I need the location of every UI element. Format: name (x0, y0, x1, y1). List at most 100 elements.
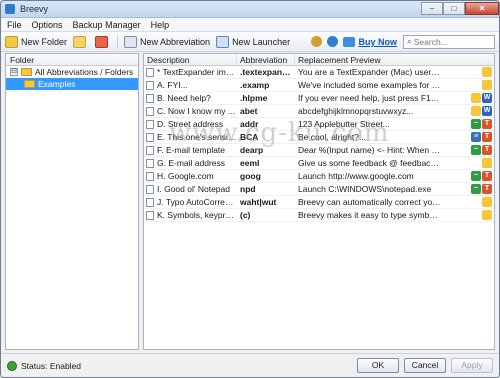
edit-icon (73, 35, 87, 48)
table-row[interactable]: C. Now I know my AB... abet abcdefghijklmn… (144, 105, 494, 118)
row-type-icons: ⚡ (481, 80, 494, 90)
app-icon (5, 4, 15, 14)
table-row[interactable]: G. E-mail address eeml Give us some feedba… (144, 157, 494, 170)
menu-help[interactable]: Help (151, 20, 170, 30)
word-icon: W (482, 93, 492, 103)
description-cell: H. Google.com (144, 171, 237, 181)
table-row[interactable]: F. E-mail template dearp Dear %(Input name… (144, 144, 494, 157)
status-enabled-icon (7, 360, 17, 371)
abbreviation-cell: dearp (240, 145, 264, 155)
abbreviation-cell: goog (240, 171, 261, 181)
description-text: J. Typo AutoCorrection (157, 197, 237, 207)
buy-now-link[interactable]: Buy Now (343, 36, 397, 47)
chart-icon: ~ (471, 184, 481, 194)
table-row[interactable]: J. Typo AutoCorrection waht|wut Breevy can… (144, 196, 494, 209)
edit-button[interactable] (73, 35, 89, 48)
cart-icon (343, 36, 356, 47)
row-type-icons: ~ T (470, 171, 494, 181)
menu-options[interactable]: Options (32, 20, 63, 30)
replacement-preview-cell: Dear %(Input name) <- Hint: When the rep… (298, 145, 441, 155)
document-icon (146, 184, 154, 194)
row-type-icons: ~ T (470, 145, 494, 155)
table-row[interactable]: A. FYI... .examp We've included some examp… (144, 79, 494, 92)
status-bar: Status: Enabled OK Cancel Apply (1, 353, 499, 377)
column-abbreviation[interactable]: Abbreviation (237, 54, 295, 65)
collapse-icon[interactable]: ⊟ (10, 68, 18, 76)
folder-icon (24, 80, 35, 88)
search-input[interactable] (413, 36, 484, 47)
table-row[interactable]: E. This one's sensitive! BCA Be cool, alri… (144, 131, 494, 144)
search-icon: ⌕ (407, 36, 412, 46)
abbreviation-cell: .examp (240, 80, 270, 90)
settings-icon[interactable] (311, 36, 323, 47)
help-icon[interactable] (327, 36, 339, 47)
abbreviation-cell: eeml (240, 158, 260, 168)
search-box[interactable]: ⌕ (403, 34, 495, 49)
row-type-icons: ⚡ W (470, 106, 494, 116)
word-icon: W (482, 106, 492, 116)
grid-header: Description Abbreviation Replacement Pre… (144, 54, 494, 66)
row-type-icons: ⚡ (481, 210, 494, 220)
row-type-icons: ~ T (470, 119, 494, 129)
chart-icon: ~ (471, 171, 481, 181)
apply-button[interactable]: Apply (451, 358, 493, 373)
description-cell: F. E-mail template (144, 145, 237, 155)
delete-button[interactable] (95, 35, 111, 48)
column-replacement-preview[interactable]: Replacement Preview (295, 54, 441, 65)
ok-button[interactable]: OK (357, 358, 399, 373)
table-row[interactable]: I. Good ol' Notepad npd Launch C:\WINDOWS\… (144, 183, 494, 196)
tree-item-examples[interactable]: Examples (6, 78, 138, 90)
launcher-icon (216, 35, 230, 48)
new-abbreviation-button[interactable]: New Abbreviation (124, 35, 210, 48)
description-text: H. Google.com (157, 171, 214, 181)
description-cell: I. Good ol' Notepad (144, 184, 237, 194)
replacement-preview-cell: If you ever need help, just press F1 to … (298, 93, 441, 103)
description-text: K. Symbols, keypress ... (157, 210, 237, 220)
maximize-button[interactable]: □ (443, 1, 465, 15)
abbreviation-cell: .hlpme (240, 93, 268, 103)
abbreviation-cell: BCA (240, 132, 259, 142)
column-description[interactable]: Description (144, 54, 237, 65)
menu-backup-manager[interactable]: Backup Manager (73, 20, 141, 30)
document-icon (146, 210, 154, 220)
description-cell: * TextExpander impo... (144, 67, 237, 77)
new-launcher-button[interactable]: New Launcher (216, 35, 290, 48)
buy-now-label: Buy Now (358, 36, 397, 47)
close-button[interactable]: ✕ (465, 1, 499, 15)
replacement-preview-cell: You are a TextExpander (Mac) user who wa… (298, 67, 441, 77)
bolt-icon: ⚡ (482, 67, 492, 77)
document-icon (146, 119, 154, 129)
text-icon: T (482, 132, 492, 142)
table-row[interactable]: * TextExpander impo... .textexpander You a… (144, 66, 494, 79)
document-icon (146, 106, 154, 116)
bolt-icon: ⚡ (471, 93, 481, 103)
table-row[interactable]: K. Symbols, keypress ...(c) Breevy makes … (144, 209, 494, 222)
description-cell: C. Now I know my AB... (144, 106, 237, 116)
text-icon: T (482, 145, 492, 155)
description-cell: E. This one's sensitive! (144, 132, 237, 142)
table-row[interactable]: D. Street address addr 123 Applebutter Str… (144, 118, 494, 131)
abbreviation-cell: (c) (240, 210, 251, 220)
tree-item-all[interactable]: ⊟ All Abbreviations / Folders (6, 66, 138, 78)
cancel-button[interactable]: Cancel (404, 358, 446, 373)
abbreviation-grid: Description Abbreviation Replacement Pre… (143, 53, 495, 350)
delete-icon (95, 35, 109, 48)
menu-file[interactable]: File (7, 20, 22, 30)
abbreviation-cell: waht|wut (240, 197, 277, 207)
window-controls: – □ ✕ (421, 1, 499, 17)
row-type-icons: ⚡ W (470, 93, 494, 103)
bolt-icon: ⚡ (482, 80, 492, 90)
table-row[interactable]: H. Google.com goog Launch http://www.googl… (144, 170, 494, 183)
description-cell: K. Symbols, keypress ... (144, 210, 237, 220)
description-cell: A. FYI... (144, 80, 237, 90)
row-type-icons: ⚡ (481, 158, 494, 168)
replacement-preview-cell: Breevy makes it easy to type symbols and… (298, 210, 441, 220)
description-text: I. Good ol' Notepad (157, 184, 230, 194)
chart-icon: ~ (471, 145, 481, 155)
minimize-button[interactable]: – (421, 1, 443, 15)
replacement-preview-cell: Launch http://www.google.com (298, 171, 414, 181)
tree-item-label: All Abbreviations / Folders (35, 67, 134, 77)
table-row[interactable]: B. Need help? .hlpme If you ever need help… (144, 92, 494, 105)
title-bar: Breevy – □ ✕ (1, 1, 499, 18)
new-folder-button[interactable]: New Folder (5, 35, 67, 48)
